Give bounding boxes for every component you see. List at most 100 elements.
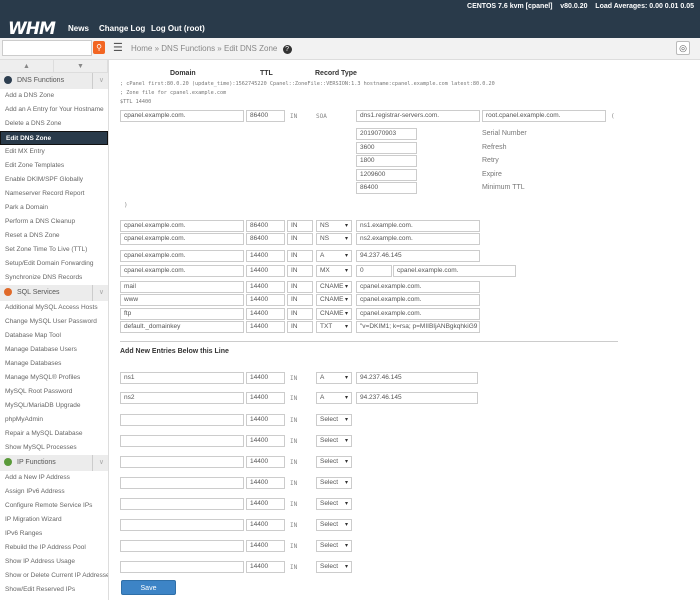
record-class-input[interactable]: IN <box>287 250 313 262</box>
sidebar-item[interactable]: Assign IPv6 Address <box>0 485 108 499</box>
new-data-input[interactable]: 94.237.46.145 <box>356 372 478 384</box>
record-priority-input[interactable]: 0 <box>356 265 392 277</box>
sidebar-item[interactable]: Repair a MySQL Database <box>0 427 108 441</box>
soa-rname-input[interactable]: root.cpanel.example.com. <box>482 110 606 122</box>
sidebar-item[interactable]: Edit DNS Zone <box>0 131 108 145</box>
record-domain-input[interactable]: www <box>120 294 244 306</box>
search-icon[interactable]: ⚲ <box>93 41 105 54</box>
sidebar-item[interactable]: Show or Delete Current IP Addresses <box>0 569 108 583</box>
new-type-select[interactable]: Select <box>316 519 352 531</box>
nav-change-log[interactable]: Change Log <box>99 24 145 33</box>
sidebar-item[interactable]: Configure Remote Service IPs <box>0 499 108 513</box>
sidebar-section-ip-functions[interactable]: IP Functions ∨ <box>0 455 108 471</box>
record-domain-input[interactable]: default._domainkey <box>120 321 244 333</box>
new-domain-input[interactable]: ns1 <box>120 372 244 384</box>
sidebar-section-sql-services[interactable]: SQL Services ∨ <box>0 285 108 301</box>
record-data-input[interactable]: cpanel.example.com. <box>356 294 480 306</box>
new-type-select[interactable]: A <box>316 372 352 384</box>
soa-domain-input[interactable]: cpanel.example.com. <box>120 110 244 122</box>
record-data-input[interactable]: "v=DKIM1; k=rsa; p=MIIBIjANBgkqhkiG9 <box>356 321 480 333</box>
record-class-input[interactable]: IN <box>287 220 313 232</box>
new-ttl-input[interactable]: 14400 <box>246 414 285 426</box>
record-class-input[interactable]: IN <box>287 321 313 333</box>
new-ttl-input[interactable]: 14400 <box>246 372 285 384</box>
sidebar-item[interactable]: Database Map Tool <box>0 329 108 343</box>
record-class-input[interactable]: IN <box>287 281 313 293</box>
sidebar-search-input[interactable] <box>2 40 92 56</box>
sidebar-item[interactable]: MySQL Root Password <box>0 385 108 399</box>
sidebar-item[interactable]: Manage Database Users <box>0 343 108 357</box>
new-ttl-input[interactable]: 14400 <box>246 561 285 573</box>
new-domain-input[interactable] <box>120 435 244 447</box>
scroll-down-icon[interactable]: ▼ <box>54 60 108 72</box>
soa-refresh-input[interactable]: 3600 <box>356 141 417 154</box>
new-domain-input[interactable] <box>120 456 244 468</box>
record-class-input[interactable]: IN <box>287 265 313 277</box>
record-class-input[interactable]: IN <box>287 233 313 245</box>
sidebar-item[interactable]: Edit MX Entry <box>0 145 108 159</box>
record-domain-input[interactable]: cpanel.example.com. <box>120 265 244 277</box>
chevron-down-icon[interactable]: ∨ <box>91 455 104 471</box>
new-type-select[interactable]: Select <box>316 456 352 468</box>
sidebar-item[interactable]: MySQL/MariaDB Upgrade <box>0 399 108 413</box>
record-class-input[interactable]: IN <box>287 294 313 306</box>
sidebar-item[interactable]: Set Zone Time To Live (TTL) <box>0 243 108 257</box>
new-data-input[interactable]: 94.237.46.145 <box>356 392 478 404</box>
menu-toggle-icon[interactable]: ☰ <box>113 41 123 54</box>
breadcrumb-home[interactable]: Home <box>131 44 152 53</box>
record-data-input[interactable]: cpanel.example.com. <box>356 308 480 320</box>
chevron-down-icon[interactable]: ∨ <box>91 73 104 89</box>
new-type-select[interactable]: Select <box>316 477 352 489</box>
new-ttl-input[interactable]: 14400 <box>246 435 285 447</box>
close-icon[interactable]: ◎ <box>676 41 690 55</box>
sidebar-item[interactable]: Add a DNS Zone <box>0 89 108 103</box>
record-ttl-input[interactable]: 14400 <box>246 308 285 320</box>
sidebar-item[interactable]: Perform a DNS Cleanup <box>0 215 108 229</box>
soa-mname-input[interactable]: dns1.registrar-servers.com. <box>356 110 480 122</box>
soa-ttl-input[interactable]: 86400 <box>246 110 285 122</box>
breadcrumb-dns-functions[interactable]: DNS Functions <box>161 44 215 53</box>
record-domain-input[interactable]: cpanel.example.com. <box>120 220 244 232</box>
sidebar-item[interactable]: IPv6 Ranges <box>0 527 108 541</box>
record-type-select[interactable]: NS <box>316 233 352 245</box>
sidebar-item[interactable]: Manage Databases <box>0 357 108 371</box>
help-icon[interactable]: ? <box>282 45 292 54</box>
record-type-select[interactable]: CNAME <box>316 294 352 306</box>
record-type-select[interactable]: NS <box>316 220 352 232</box>
new-type-select[interactable]: Select <box>316 414 352 426</box>
record-type-select[interactable]: MX <box>316 265 352 277</box>
save-button[interactable]: Save <box>121 580 176 595</box>
nav-logout[interactable]: Log Out (root) <box>151 24 205 33</box>
new-domain-input[interactable] <box>120 498 244 510</box>
record-type-select[interactable]: CNAME <box>316 281 352 293</box>
record-data-input[interactable]: cpanel.example.com. <box>393 265 516 277</box>
record-domain-input[interactable]: ftp <box>120 308 244 320</box>
soa-minimum-ttl-input[interactable]: 86400 <box>356 182 417 195</box>
new-domain-input[interactable] <box>120 519 244 531</box>
record-ttl-input[interactable]: 14400 <box>246 321 285 333</box>
record-data-input[interactable]: cpanel.example.com. <box>356 281 480 293</box>
new-ttl-input[interactable]: 14400 <box>246 477 285 489</box>
sidebar-item[interactable]: Show/Edit Reserved IPs <box>0 583 108 597</box>
record-domain-input[interactable]: cpanel.example.com. <box>120 250 244 262</box>
new-domain-input[interactable] <box>120 414 244 426</box>
new-ttl-input[interactable]: 14400 <box>246 519 285 531</box>
record-ttl-input[interactable]: 86400 <box>246 220 285 232</box>
soa-retry-input[interactable]: 1800 <box>356 155 417 168</box>
new-domain-input[interactable] <box>120 561 244 573</box>
record-data-input[interactable]: ns1.example.com. <box>356 220 480 232</box>
record-type-select[interactable]: TXT <box>316 321 352 333</box>
new-domain-input[interactable] <box>120 477 244 489</box>
sidebar-item[interactable]: Rebuild the IP Address Pool <box>0 541 108 555</box>
sidebar-item[interactable]: Add a New IP Address <box>0 471 108 485</box>
sidebar-item[interactable]: Change MySQL User Password <box>0 315 108 329</box>
new-type-select[interactable]: A <box>316 392 352 404</box>
new-ttl-input[interactable]: 14400 <box>246 392 285 404</box>
soa-serial-number-input[interactable]: 2019070903 <box>356 128 417 140</box>
new-type-select[interactable]: Select <box>316 561 352 573</box>
record-domain-input[interactable]: mail <box>120 281 244 293</box>
sidebar-item[interactable]: Show IP Address Usage <box>0 555 108 569</box>
record-ttl-input[interactable]: 14400 <box>246 250 285 262</box>
sidebar-item[interactable]: Synchronize DNS Records <box>0 271 108 285</box>
new-domain-input[interactable] <box>120 540 244 552</box>
